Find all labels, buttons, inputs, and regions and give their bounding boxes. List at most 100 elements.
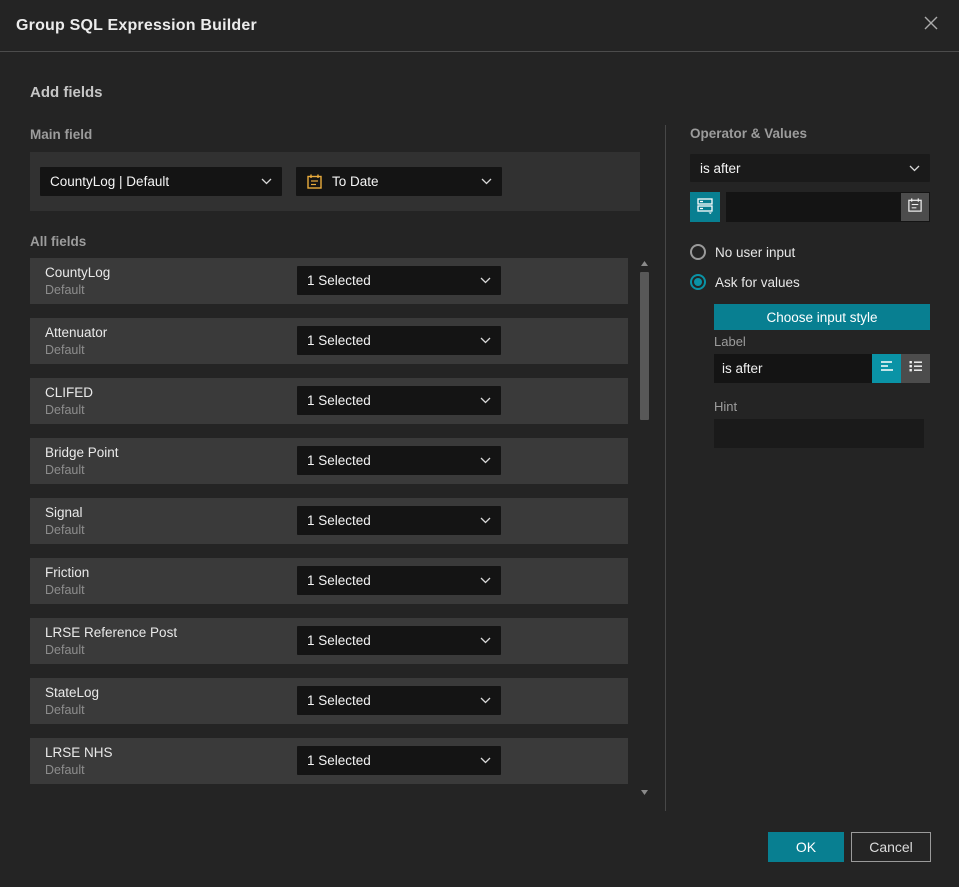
label-field-label: Label <box>714 334 746 349</box>
field-row: LRSE NHS Default 1 Selected <box>30 738 628 784</box>
chevron-down-icon <box>480 637 491 644</box>
list-icon <box>908 359 924 378</box>
scroll-up-icon[interactable] <box>640 260 649 267</box>
main-field-dropdown-value: CountyLog | Default <box>50 174 170 189</box>
field-selected-dropdown[interactable]: 1 Selected <box>297 326 501 355</box>
field-subtitle: Default <box>45 283 85 297</box>
dialog-titlebar: Group SQL Expression Builder <box>0 0 959 52</box>
all-fields-label: All fields <box>30 234 87 249</box>
field-subtitle: Default <box>45 763 85 777</box>
align-left-icon <box>879 359 895 378</box>
all-fields-list: CountyLog Default 1 Selected Attenuator … <box>30 258 628 798</box>
list-scrollbar[interactable] <box>637 258 652 798</box>
chevron-down-icon <box>480 757 491 764</box>
radio-label: No user input <box>715 244 796 260</box>
selected-count-label: 1 Selected <box>307 273 371 288</box>
selected-count-label: 1 Selected <box>307 753 371 768</box>
field-selected-dropdown[interactable]: 1 Selected <box>297 446 501 475</box>
field-subtitle: Default <box>45 463 85 477</box>
field-name: Signal <box>45 505 83 520</box>
panel-divider <box>665 125 666 811</box>
selected-count-label: 1 Selected <box>307 633 371 648</box>
main-field-strip: CountyLog | Default To Date <box>30 152 640 211</box>
hint-input[interactable] <box>714 419 924 448</box>
field-subtitle: Default <box>45 643 85 657</box>
chevron-down-icon <box>261 178 272 185</box>
choose-input-style-button[interactable]: Choose input style <box>714 304 930 330</box>
field-subtitle: Default <box>45 343 85 357</box>
scroll-down-icon[interactable] <box>640 789 649 796</box>
operator-dropdown-value: is after <box>700 160 741 176</box>
field-row: Attenuator Default 1 Selected <box>30 318 628 364</box>
field-name: LRSE NHS <box>45 745 113 760</box>
list-style-button[interactable] <box>901 354 930 383</box>
field-name: StateLog <box>45 685 100 700</box>
field-selected-dropdown[interactable]: 1 Selected <box>297 746 501 775</box>
field-row: CountyLog Default 1 Selected <box>30 258 628 304</box>
field-subtitle: Default <box>45 583 85 597</box>
field-name: Friction <box>45 565 90 580</box>
chevron-down-icon <box>481 178 492 185</box>
close-icon <box>922 14 940 37</box>
operator-values-heading: Operator & Values <box>690 126 808 141</box>
radio-circle-icon <box>690 244 706 260</box>
chevron-down-icon <box>480 337 491 344</box>
field-name: Bridge Point <box>45 445 119 460</box>
field-selected-dropdown[interactable]: 1 Selected <box>297 386 501 415</box>
scrollbar-thumb[interactable] <box>640 272 649 420</box>
field-selected-dropdown[interactable]: 1 Selected <box>297 566 501 595</box>
close-button[interactable] <box>919 14 943 38</box>
field-selected-dropdown[interactable]: 1 Selected <box>297 266 501 295</box>
chevron-down-icon <box>480 457 491 464</box>
field-name: Attenuator <box>45 325 108 340</box>
chevron-down-icon <box>480 397 491 404</box>
date-picker-button[interactable] <box>901 193 929 221</box>
operator-dropdown[interactable]: is after <box>690 154 930 182</box>
field-row: LRSE Reference Post Default 1 Selected <box>30 618 628 664</box>
selected-count-label: 1 Selected <box>307 393 371 408</box>
radio-circle-checked-icon <box>690 274 706 290</box>
add-fields-heading: Add fields <box>30 84 103 101</box>
dialog-title: Group SQL Expression Builder <box>16 16 257 34</box>
field-row: Bridge Point Default 1 Selected <box>30 438 628 484</box>
main-field-dropdown[interactable]: CountyLog | Default <box>40 167 282 196</box>
field-subtitle: Default <box>45 703 85 717</box>
field-selected-dropdown[interactable]: 1 Selected <box>297 686 501 715</box>
value-input-wrap <box>726 192 930 222</box>
input-type-toggle-button[interactable] <box>690 192 720 222</box>
field-type-dropdown-value: To Date <box>332 174 379 189</box>
label-input[interactable] <box>714 354 872 383</box>
selected-count-label: 1 Selected <box>307 453 371 468</box>
chevron-down-icon <box>480 517 491 524</box>
stacked-rows-icon <box>696 196 714 219</box>
field-name: CountyLog <box>45 265 111 280</box>
label-input-wrap <box>714 354 872 383</box>
field-type-dropdown[interactable]: To Date <box>296 167 502 196</box>
main-field-label: Main field <box>30 127 93 142</box>
chevron-down-icon <box>480 577 491 584</box>
field-row: Signal Default 1 Selected <box>30 498 628 544</box>
hint-input-wrap <box>714 419 924 448</box>
radio-label: Ask for values <box>715 274 800 290</box>
cancel-button[interactable]: Cancel <box>851 832 931 862</box>
field-selected-dropdown[interactable]: 1 Selected <box>297 506 501 535</box>
selected-count-label: 1 Selected <box>307 513 371 528</box>
field-selected-dropdown[interactable]: 1 Selected <box>297 626 501 655</box>
value-input[interactable] <box>726 192 930 222</box>
radio-no-user-input[interactable]: No user input <box>690 244 795 260</box>
calendar-icon <box>907 197 923 218</box>
field-name: CLIFED <box>45 385 94 400</box>
ok-button[interactable]: OK <box>768 832 844 862</box>
field-row: StateLog Default 1 Selected <box>30 678 628 724</box>
selected-count-label: 1 Selected <box>307 333 371 348</box>
hint-field-label: Hint <box>714 399 738 414</box>
field-subtitle: Default <box>45 523 85 537</box>
single-line-style-button[interactable] <box>872 354 901 383</box>
chevron-down-icon <box>480 277 491 284</box>
field-subtitle: Default <box>45 403 85 417</box>
field-row: CLIFED Default 1 Selected <box>30 378 628 424</box>
radio-ask-for-values[interactable]: Ask for values <box>690 274 800 290</box>
chevron-down-icon <box>909 165 920 172</box>
field-name: LRSE Reference Post <box>45 625 178 640</box>
selected-count-label: 1 Selected <box>307 573 371 588</box>
